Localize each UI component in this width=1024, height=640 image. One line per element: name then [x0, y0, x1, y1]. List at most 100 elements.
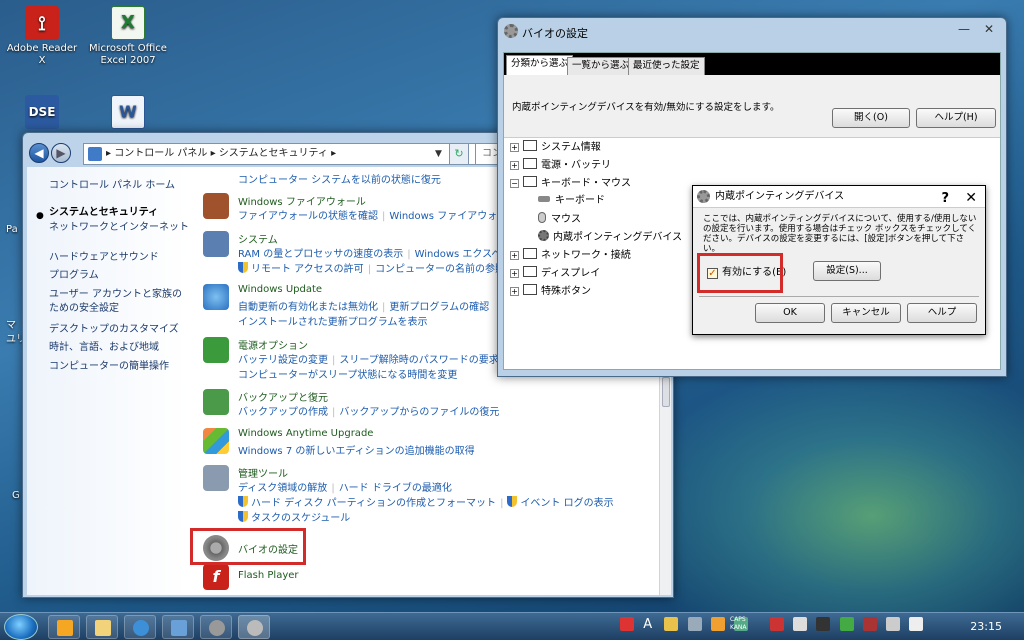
category-title[interactable]: 電源オプション — [238, 337, 308, 352]
tree-node-display[interactable]: + ディスプレイ — [510, 266, 600, 281]
link-wake-password[interactable]: スリープ解除時のパスワードの要求 — [339, 355, 498, 366]
ime-mode-indicator[interactable]: A — [643, 617, 655, 632]
back-button[interactable]: ◀ — [29, 143, 49, 163]
tab-list[interactable]: 一覧から選ぶ — [567, 57, 635, 75]
tree-node-system-info[interactable]: + システム情報 — [510, 140, 601, 155]
sidebar-item-user-accounts[interactable]: ユーザー アカウントと家族の — [49, 288, 182, 301]
link-disk-cleanup[interactable]: ディスク領域の解放 — [238, 483, 327, 494]
address-dropdown-icon[interactable]: ▼ — [435, 149, 445, 159]
desktop-icon-word[interactable]: W — [88, 95, 168, 132]
minimize-button[interactable]: — — [958, 22, 970, 36]
link-check-updates[interactable]: 更新プログラムの確認 — [389, 302, 489, 313]
link-installed-updates[interactable]: インストールされた更新プログラムを表示 — [238, 313, 428, 328]
close-icon[interactable]: ✕ — [965, 187, 977, 209]
taskbar-bio-settings[interactable] — [200, 615, 232, 639]
link-ram-speed[interactable]: RAM の量とプロセッサの速度の表示 — [238, 249, 403, 260]
address-bar[interactable]: ▸ コントロール パネル ▸ システムとセキュリティ ▸ — [83, 143, 491, 165]
collapse-icon[interactable]: − — [510, 179, 519, 188]
sidebar-item-network[interactable]: ネットワークとインターネット — [49, 221, 189, 234]
expand-icon[interactable]: + — [510, 287, 519, 296]
cancel-button[interactable]: キャンセル — [831, 303, 901, 323]
taskbar-explorer[interactable] — [86, 615, 118, 639]
link-disk-partitions[interactable]: ハード ディスク パーティションの作成とフォーマット — [251, 498, 496, 509]
link-auto-update[interactable]: 自動更新の有効化または無効化 — [238, 302, 378, 313]
tray-app-icon[interactable] — [620, 617, 634, 631]
taskbar-internet-explorer[interactable] — [124, 615, 156, 639]
breadcrumb-control-panel[interactable]: コントロール パネル — [114, 148, 207, 159]
sidebar-item-home[interactable]: コントロール パネル ホーム — [49, 179, 175, 192]
category-title[interactable]: バックアップと復元 — [238, 389, 328, 404]
link-battery-settings[interactable]: バッテリ設定の変更 — [238, 355, 328, 366]
settings-button[interactable]: 設定(S)... — [813, 261, 881, 281]
help-icon[interactable]: ? — [941, 188, 949, 210]
tab-recent[interactable]: 最近使った設定 — [628, 57, 705, 75]
refresh-button[interactable]: ↻ — [449, 143, 469, 165]
desktop-icon-adobe-reader[interactable]: ⟟ Adobe Reader X — [2, 6, 82, 67]
antivirus-icon[interactable] — [770, 617, 784, 631]
help-button[interactable]: ヘルプ(H) — [916, 108, 996, 128]
tray-ime-icon[interactable] — [710, 617, 725, 631]
tray-icon[interactable] — [816, 617, 831, 631]
link-defragment[interactable]: ハード ドライブの最適化 — [339, 483, 452, 494]
sidebar-item-user-accounts-line2[interactable]: ための安全設定 — [49, 302, 119, 315]
expand-icon[interactable]: + — [510, 269, 519, 278]
link-task-scheduler[interactable]: タスクのスケジュール — [251, 513, 350, 524]
tree-node-pointing-device[interactable]: 内蔵ポインティングデバイス — [538, 230, 682, 245]
tree-node-network[interactable]: + ネットワーク・接続 — [510, 248, 631, 263]
close-button[interactable]: ✕ — [984, 22, 994, 36]
desktop-icon-excel[interactable]: X Microsoft Office Excel 2007 — [88, 6, 168, 67]
tray-icon[interactable] — [862, 617, 877, 631]
expand-icon[interactable]: + — [510, 143, 519, 152]
tree-node-keyboard-mouse[interactable]: − キーボード・マウス — [510, 176, 631, 191]
taskbar-control-panel[interactable] — [162, 615, 194, 639]
taskbar-bio-dialog[interactable] — [238, 615, 270, 639]
sidebar-item-system-security[interactable]: システムとセキュリティ — [49, 206, 158, 219]
volume-icon[interactable] — [909, 617, 924, 631]
category-title[interactable]: Windows Anytime Upgrade — [238, 428, 373, 439]
sidebar-item-hardware[interactable]: ハードウェアとサウンド — [49, 251, 159, 264]
category-title[interactable]: 管理ツール — [238, 465, 288, 480]
sidebar-item-ease-of-access[interactable]: コンピューターの簡単操作 — [49, 360, 169, 373]
link-firewall-status[interactable]: ファイアウォールの状態を確認 — [238, 211, 378, 222]
sidebar-item-clock-language[interactable]: 時計、言語、および地域 — [49, 341, 159, 354]
tree-node-power-battery[interactable]: + 電源・バッテリ — [510, 158, 611, 173]
dialog-help-button[interactable]: ヘルプ — [907, 303, 977, 323]
ok-button[interactable]: OK — [755, 303, 825, 323]
link-create-backup[interactable]: バックアップの作成 — [238, 407, 328, 418]
tree-node-special-buttons[interactable]: + 特殊ボタン — [510, 284, 591, 299]
tray-ime-icon[interactable] — [687, 617, 702, 631]
folder-icon — [523, 266, 537, 277]
link-sleep-time[interactable]: コンピューターがスリープ状態になる時間を変更 — [238, 366, 457, 381]
scrollbar-thumb[interactable] — [662, 377, 670, 407]
sidebar-item-desktop[interactable]: デスクトップのカスタマイズ — [49, 323, 179, 336]
link-windows-experience[interactable]: Windows エクスペ — [415, 249, 502, 260]
category-title[interactable]: Windows ファイアウォール — [238, 193, 366, 208]
link-windows-firewall[interactable]: Windows ファイアウォー — [389, 211, 507, 222]
start-button[interactable] — [4, 614, 38, 640]
category-title[interactable]: システム — [238, 231, 278, 246]
open-button[interactable]: 開く(O) — [832, 108, 910, 128]
tray-ime-icon[interactable] — [664, 617, 679, 631]
link-event-log[interactable]: イベント ログの表示 — [520, 498, 613, 509]
category-title[interactable]: Windows Update — [238, 284, 322, 295]
expand-icon[interactable]: + — [510, 161, 519, 170]
category-title[interactable]: Flash Player — [238, 570, 299, 581]
link-remote-access[interactable]: リモート アクセスの許可 — [251, 264, 364, 275]
battery-icon[interactable] — [839, 617, 854, 631]
link-computer-name[interactable]: コンピューターの名前の参照 — [375, 264, 505, 275]
tray-icon[interactable] — [793, 617, 808, 631]
taskbar-media-player[interactable] — [48, 615, 80, 639]
desktop-icon-dse[interactable]: DSE — [2, 95, 82, 132]
expand-icon[interactable]: + — [510, 251, 519, 260]
sidebar-item-programs[interactable]: プログラム — [49, 269, 99, 282]
system-clock[interactable]: 23:15 — [970, 620, 1002, 633]
tree-node-mouse[interactable]: マウス — [538, 212, 581, 227]
link-system-restore[interactable]: コンピューター システムを以前の状態に復元 — [238, 171, 441, 186]
tree-node-keyboard[interactable]: キーボード — [538, 194, 605, 208]
link-restore-files[interactable]: バックアップからのファイルの復元 — [339, 407, 499, 418]
network-icon[interactable] — [885, 617, 900, 631]
breadcrumb-system-security[interactable]: システムとセキュリティ — [219, 148, 328, 159]
forward-button[interactable]: ▶ — [51, 143, 71, 163]
tab-by-category[interactable]: 分類から選ぶ — [506, 55, 574, 75]
link-windows7-edition[interactable]: Windows 7 の新しいエディションの追加機能の取得 — [238, 442, 475, 457]
